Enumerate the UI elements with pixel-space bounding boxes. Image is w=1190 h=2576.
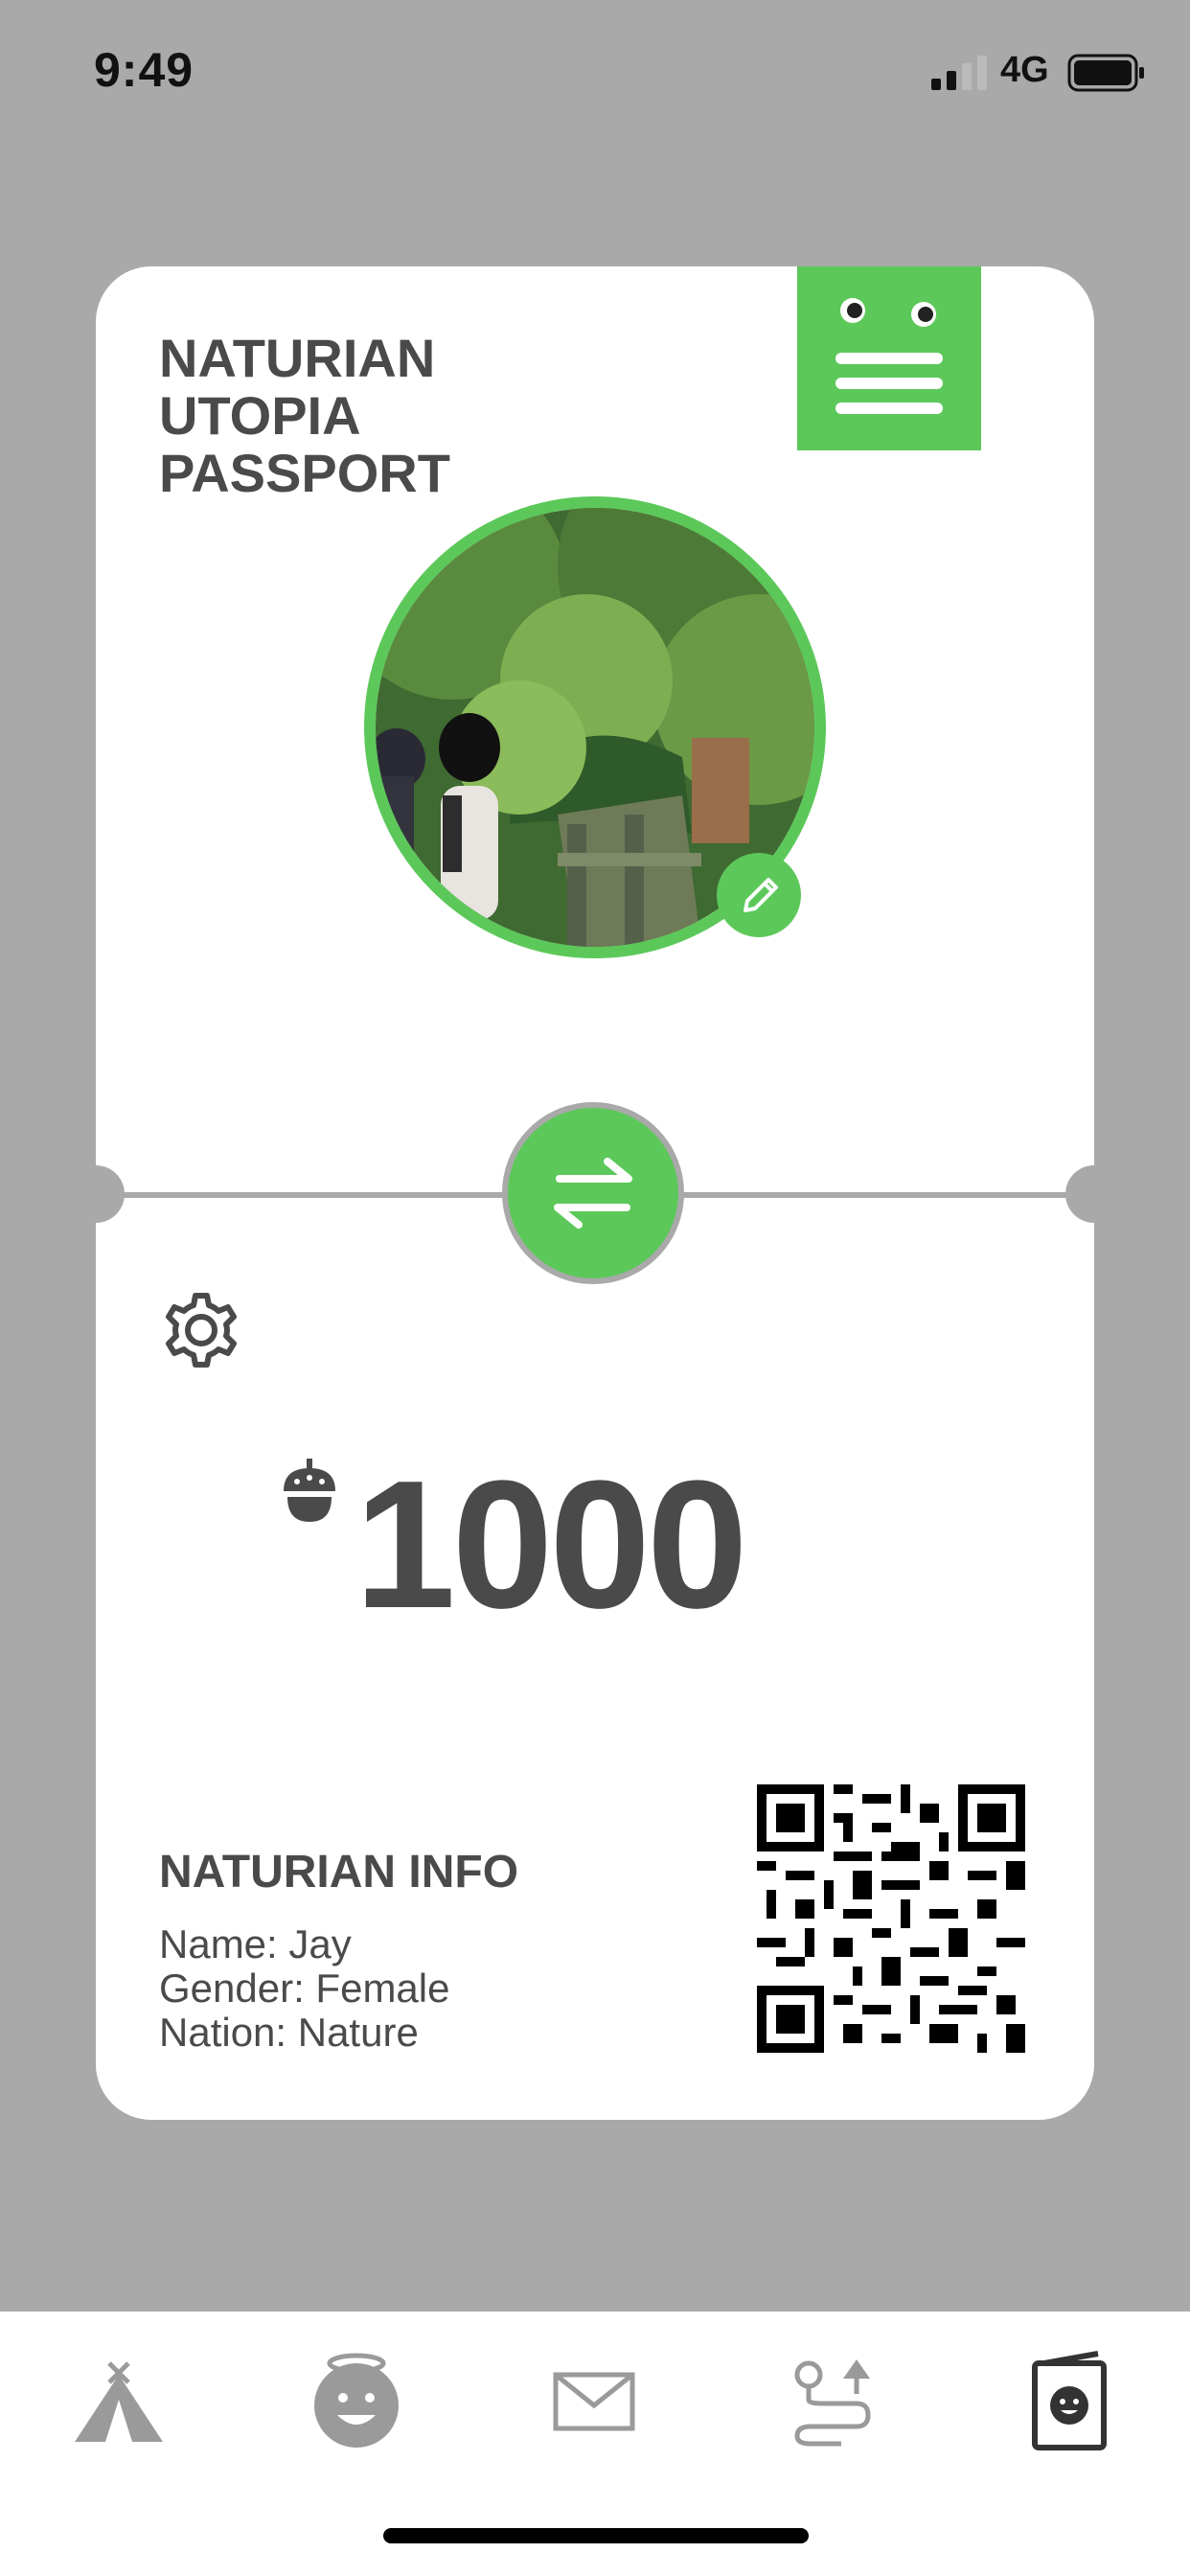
mail-icon <box>553 2372 635 2431</box>
route-icon <box>794 2359 871 2447</box>
tab-mail[interactable] <box>537 2342 652 2457</box>
page-title: NATURIAN UTOPIA PASSPORT <box>159 330 561 502</box>
passport-icon <box>1032 2351 1107 2450</box>
acorn-icon <box>284 1459 335 1522</box>
right-notch <box>1065 1165 1123 1223</box>
swap-arrows-icon <box>554 1158 632 1229</box>
tab-passport[interactable] <box>1012 2342 1127 2457</box>
info-details: Name: Jay Gender: Female Nation: Nature <box>159 1922 449 2055</box>
network-type: 4G <box>1000 50 1049 90</box>
tab-camp[interactable] <box>61 2342 176 2457</box>
left-notch <box>67 1165 125 1223</box>
info-gender: Gender: Female <box>159 1966 450 2011</box>
home-indicator <box>383 2528 809 2543</box>
battery-icon <box>1067 54 1144 92</box>
tab-friends[interactable] <box>299 2342 414 2457</box>
balance-amount: 1000 <box>355 1443 748 1646</box>
title-line-3: PASSPORT <box>159 443 450 503</box>
info-name: Name: Jay <box>159 1921 352 1966</box>
signal-strength-icon <box>931 56 987 90</box>
tab-route[interactable] <box>774 2342 889 2457</box>
info-title: NATURIAN INFO <box>159 1847 519 1898</box>
tent-icon <box>75 2361 163 2442</box>
gear-icon[interactable] <box>159 1288 243 1372</box>
swap-button[interactable] <box>502 1102 684 1284</box>
edit-avatar-button[interactable] <box>717 853 801 937</box>
status-bar: 9:49 4G <box>0 0 1190 144</box>
info-nation: Nation: Nature <box>159 2010 419 2055</box>
pencil-icon <box>744 878 778 912</box>
hamburger-menu-icon <box>835 298 943 414</box>
menu-button[interactable] <box>797 266 981 450</box>
status-time: 9:49 <box>94 43 195 97</box>
title-line-2: UTOPIA <box>159 385 361 446</box>
angel-face-icon <box>314 2353 399 2448</box>
title-line-1: NATURIAN <box>159 328 436 388</box>
passport-card: NATURIAN UTOPIA PASSPORT 1000 NATURIAN I… <box>67 266 1123 2120</box>
qr-code[interactable] <box>757 1784 1025 2053</box>
